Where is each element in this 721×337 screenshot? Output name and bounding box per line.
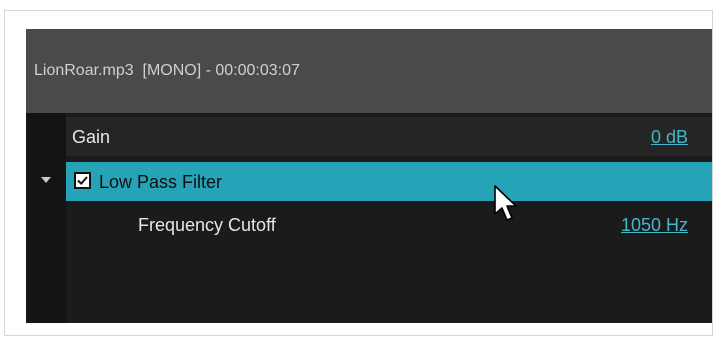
frequency-cutoff-label: Frequency Cutoff: [138, 215, 276, 235]
gain-label: Gain: [72, 127, 111, 147]
expand-arrow-icon[interactable]: [41, 177, 51, 183]
panel-header: LionRoar.mp3 [MONO] - 00:00:03:07: [26, 29, 712, 113]
audio-effects-panel: LionRoar.mp3 [MONO] - 00:00:03:07 Gain 0…: [26, 29, 712, 323]
effect-row-low-pass-filter[interactable]: Low Pass Filter: [66, 162, 712, 201]
param-row-gain[interactable]: Gain 0 dB: [66, 117, 712, 156]
frequency-cutoff-value-link[interactable]: 1050 Hz: [621, 215, 688, 236]
tree-gutter: [26, 113, 66, 323]
low-pass-filter-label: Low Pass Filter: [99, 172, 223, 192]
checkmark-icon: [77, 176, 88, 186]
clip-title: LionRoar.mp3 [MONO] - 00:00:03:07: [34, 62, 300, 79]
gain-value-link[interactable]: 0 dB: [651, 127, 688, 148]
param-row-frequency-cutoff[interactable]: Frequency Cutoff 1050 Hz: [66, 205, 712, 244]
enable-checkbox[interactable]: [74, 172, 91, 189]
